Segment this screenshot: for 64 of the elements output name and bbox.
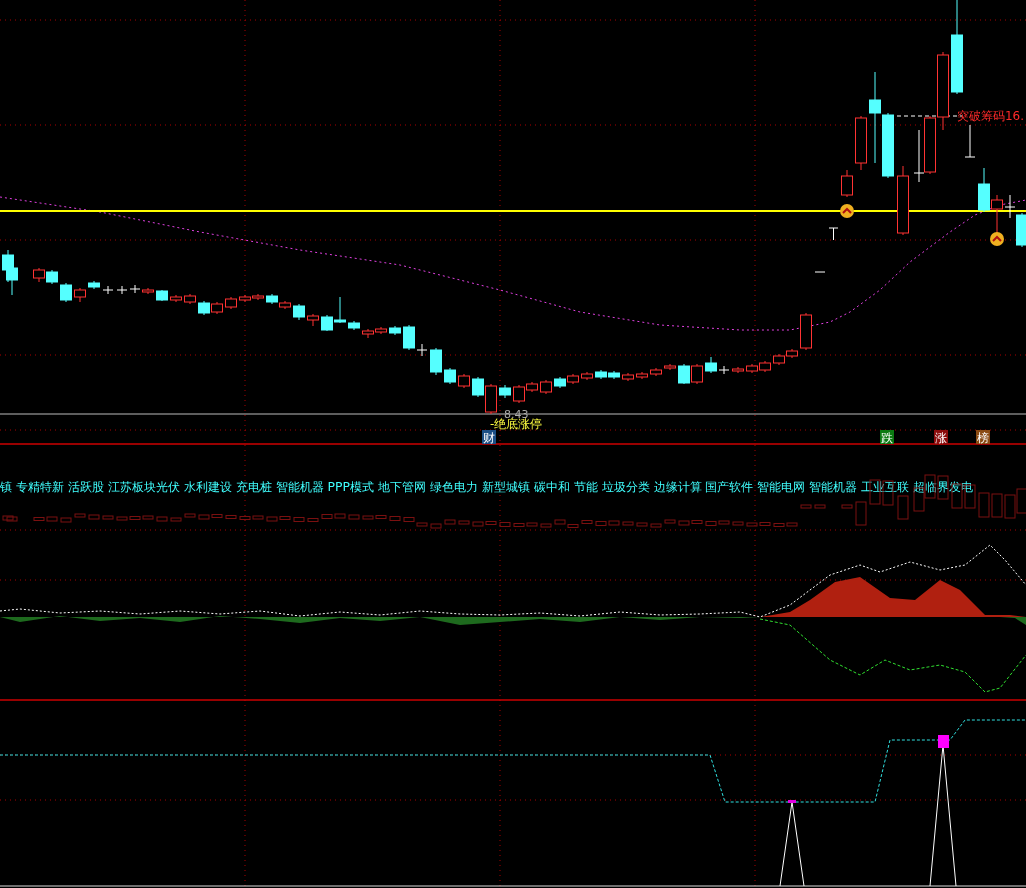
candlestick [170, 294, 182, 303]
candlestick [279, 300, 291, 310]
candlestick [913, 129, 925, 183]
candlestick [924, 115, 936, 175]
candlestick [225, 296, 237, 310]
candlestick [978, 167, 990, 213]
candlestick [855, 115, 867, 171]
candlestick [897, 165, 909, 236]
tag-label: 榜 [976, 430, 990, 445]
candlestick [362, 328, 374, 339]
candlestick [198, 300, 210, 316]
candlestick [74, 287, 86, 303]
candlestick [554, 376, 566, 389]
candlestick [581, 371, 593, 381]
candlestick [156, 289, 168, 302]
candlestick [678, 363, 690, 385]
candlestick [608, 370, 620, 380]
candlestick [88, 280, 100, 290]
candlestick [60, 282, 72, 303]
candlestick [567, 373, 579, 385]
candlestick [814, 271, 826, 273]
candlestick [184, 293, 196, 305]
candlestick [458, 373, 470, 389]
candlestick [636, 371, 648, 380]
candlestick [211, 301, 223, 315]
candlestick [444, 367, 456, 385]
candlestick [595, 369, 607, 380]
candlestick [540, 379, 552, 395]
candlestick [786, 348, 798, 359]
candlestick [664, 363, 676, 371]
candlestick [691, 363, 703, 385]
candlestick [266, 293, 278, 305]
candlestick [348, 320, 360, 331]
t-marker-icon [828, 227, 839, 241]
tag-label: 跌 [880, 430, 894, 445]
candlestick [732, 366, 744, 374]
candlestick [430, 347, 442, 376]
tag-label: 财 [482, 430, 496, 445]
candlestick [650, 367, 662, 377]
candlestick [389, 325, 401, 336]
candlestick [6, 264, 18, 296]
up-chevron-icon [840, 204, 854, 218]
candlestick [129, 284, 141, 294]
candlestick [499, 384, 511, 399]
candlestick [800, 312, 812, 351]
concept-list: 镇 专精特新 活跃股 江苏板块光伏 水利建设 充电桩 智能机器 PPP模式 地下管网 绿色电力 新型城镇 碳中和 节能 垃圾分类 边缘计算 国产软件 智能电网 智能机器 工业互联 超临界发电 [0, 479, 974, 494]
breakout-label: 突破筹码16. [956, 109, 1024, 123]
candlestick [882, 112, 894, 179]
candlestick [33, 267, 45, 283]
candlestick [773, 353, 785, 366]
candlestick [307, 313, 319, 327]
candlestick [102, 285, 114, 295]
tag-label: 涨 [934, 430, 948, 445]
candlestick [239, 294, 251, 303]
candlestick [46, 269, 58, 285]
candlestick [622, 372, 634, 382]
candlestick [375, 326, 387, 335]
candlestick [964, 124, 976, 158]
up-chevron-icon [990, 232, 1004, 246]
candlestick [841, 169, 853, 198]
candlestick [116, 285, 128, 295]
candlestick [293, 303, 305, 321]
candlestick [759, 360, 771, 373]
candlestick [746, 363, 758, 374]
